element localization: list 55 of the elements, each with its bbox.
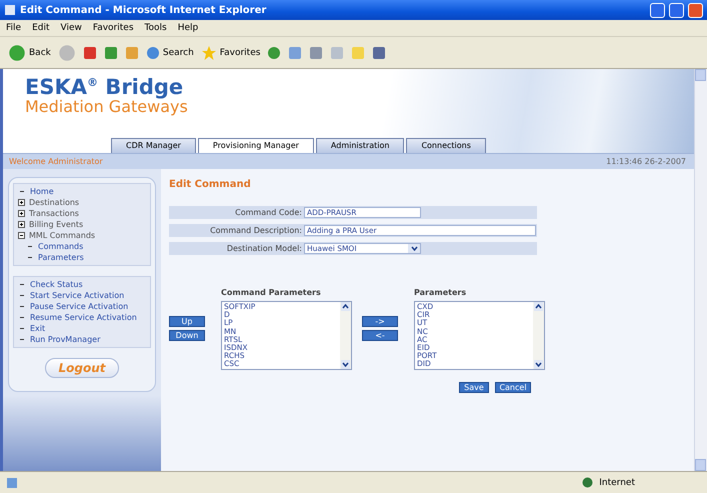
action-link[interactable]: Start Service Activation [30, 291, 124, 300]
nav-link[interactable]: Destinations [29, 198, 80, 207]
zone-text: Internet [599, 478, 635, 488]
maximize-button[interactable] [669, 2, 684, 18]
logo-subtitle: Mediation Gateways [25, 98, 189, 116]
nav-link[interactable]: Parameters [38, 253, 84, 262]
nav-link[interactable]: Commands [38, 242, 84, 251]
order-button[interactable]: Down [169, 330, 205, 341]
field-label: Command Description: [209, 226, 302, 235]
list-scrollbar[interactable] [340, 302, 351, 369]
menu-item[interactable]: Edit [32, 23, 50, 33]
window-title: Edit Command - Microsoft Internet Explorer [20, 4, 268, 16]
collapse-icon[interactable] [18, 232, 25, 239]
welcome-text: Welcome Administrator [9, 157, 103, 166]
close-button[interactable] [688, 2, 703, 18]
action-link[interactable]: Resume Service Activation [30, 313, 137, 322]
order-button[interactable]: Up [169, 316, 205, 327]
field-label: Command Code: [234, 208, 302, 217]
field-label: Destination Model: [226, 244, 302, 253]
move-button[interactable]: -> [362, 316, 398, 327]
tab[interactable]: Connections [406, 138, 486, 153]
logo-title: ESKA$^{®}$ Bridge [25, 77, 184, 98]
nav-link[interactable]: Transactions [29, 209, 79, 218]
menu-item[interactable]: Tools [144, 23, 167, 33]
action-link[interactable]: Check Status [30, 280, 83, 289]
page-heading: Edit Command [169, 179, 252, 190]
form-button[interactable]: Cancel [495, 382, 531, 393]
toolbar-label[interactable]: Favorites [220, 48, 260, 58]
list-title: Command Parameters [221, 288, 322, 297]
menu-item[interactable]: File [6, 23, 22, 33]
expand-icon[interactable] [18, 221, 25, 228]
date-time: 11:13:46 26-2-2007 [606, 157, 686, 166]
nav-link[interactable]: MML Commands [29, 231, 96, 240]
minimize-button[interactable] [650, 2, 665, 18]
menu-item[interactable]: View [60, 23, 82, 33]
move-button[interactable]: <- [362, 330, 398, 341]
tab[interactable]: CDR Manager [111, 138, 196, 153]
nav-link[interactable]: Home [30, 187, 54, 196]
tab[interactable]: Administration [316, 138, 404, 153]
toolbar-label[interactable]: Search [162, 48, 194, 58]
action-link[interactable]: Run ProvManager [30, 335, 100, 344]
expand-icon[interactable] [18, 199, 25, 206]
menu-item[interactable]: Help [178, 23, 198, 33]
tab[interactable]: Provisioning Manager [198, 138, 314, 153]
menu-item[interactable]: Favorites [92, 23, 134, 33]
action-link[interactable]: Pause Service Activation [30, 302, 128, 311]
page-scrollbar[interactable] [694, 69, 707, 471]
list-scrollbar[interactable] [533, 302, 544, 369]
list-title: Parameters [414, 288, 468, 297]
toolbar-label[interactable]: Back [29, 48, 51, 58]
expand-icon[interactable] [18, 210, 25, 217]
form-button[interactable]: Save [459, 382, 489, 393]
nav-link[interactable]: Billing Events [29, 220, 84, 229]
star-icon[interactable] [200, 44, 217, 60]
action-link[interactable]: Exit [30, 324, 46, 333]
